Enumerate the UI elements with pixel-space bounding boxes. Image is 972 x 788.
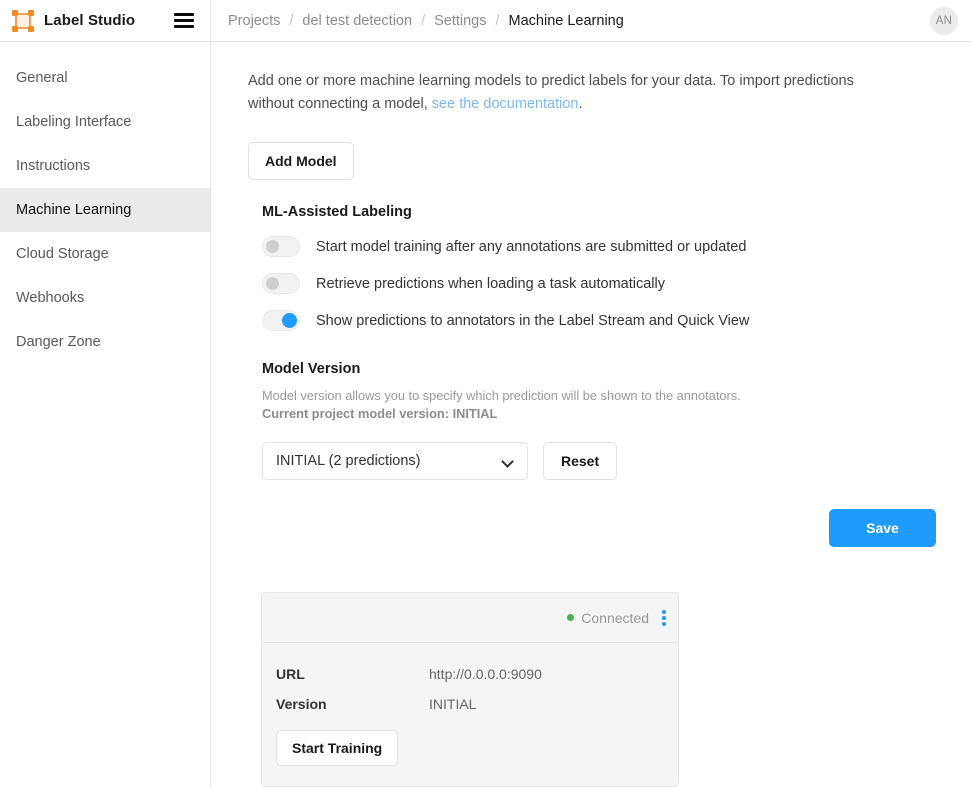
sidebar-item-danger-zone[interactable]: Danger Zone: [0, 320, 210, 364]
breadcrumb-separator: /: [496, 13, 500, 29]
breadcrumb: Projects / del test detection / Settings…: [211, 0, 972, 42]
sidebar-item-machine-learning[interactable]: Machine Learning: [0, 188, 210, 232]
brand-area[interactable]: Label Studio: [0, 0, 211, 42]
start-training-button[interactable]: Start Training: [276, 730, 398, 766]
sidebar-item-labeling-interface[interactable]: Labeling Interface: [0, 100, 210, 144]
model-version-selected-value: INITIAL (2 predictions): [276, 453, 421, 469]
reset-button[interactable]: Reset: [543, 442, 617, 480]
toggle-start-model-training[interactable]: [262, 236, 300, 257]
add-model-button[interactable]: Add Model: [248, 142, 354, 180]
model-card-header: Connected: [262, 593, 678, 643]
status-dot-icon: [567, 614, 574, 621]
model-version-title: Model Version: [262, 361, 972, 377]
sidebar-item-webhooks[interactable]: Webhooks: [0, 276, 210, 320]
breadcrumb-item-projects[interactable]: Projects: [228, 13, 280, 29]
toggle-retrieve-predictions[interactable]: [262, 273, 300, 294]
model-card-value-url: http://0.0.0.0:9090: [429, 666, 542, 682]
brand-name: Label Studio: [44, 12, 135, 29]
toggle-label-retrieve-predictions: Retrieve predictions when loading a task…: [316, 276, 665, 292]
breadcrumb-item-settings[interactable]: Settings: [434, 13, 486, 29]
kebab-menu-icon[interactable]: [662, 610, 666, 626]
model-version-select[interactable]: INITIAL (2 predictions): [262, 442, 528, 480]
breadcrumb-item-project[interactable]: del test detection: [302, 13, 412, 29]
hamburger-icon[interactable]: [174, 13, 194, 28]
main-content: Add one or more machine learning models …: [212, 42, 972, 788]
avatar[interactable]: AN: [930, 7, 958, 35]
toggle-show-predictions[interactable]: [262, 310, 300, 331]
breadcrumb-separator: /: [421, 13, 425, 29]
toggle-row-start-training: Start model training after any annotatio…: [262, 236, 972, 257]
breadcrumb-item-machine-learning: Machine Learning: [509, 13, 624, 29]
intro-text: Add one or more machine learning models …: [248, 70, 863, 116]
toggle-label-show-predictions: Show predictions to annotators in the La…: [316, 313, 749, 329]
model-card-row-version: Version INITIAL: [276, 689, 678, 719]
model-version-description: Model version allows you to specify whic…: [262, 386, 972, 405]
intro-text-part2: .: [579, 96, 583, 112]
sidebar-item-instructions[interactable]: Instructions: [0, 144, 210, 188]
status-badge: Connected: [581, 610, 649, 626]
model-card-body: URL http://0.0.0.0:9090 Version INITIAL …: [262, 643, 678, 786]
model-version-controls: INITIAL (2 predictions) Reset: [262, 442, 972, 480]
toggle-row-show-predictions: Show predictions to annotators in the La…: [262, 310, 972, 331]
sidebar-item-general[interactable]: General: [0, 56, 210, 100]
settings-sidebar: General Labeling Interface Instructions …: [0, 42, 211, 788]
ml-assisted-labeling-title: ML-Assisted Labeling: [262, 204, 972, 220]
save-button-row: Save: [248, 509, 972, 547]
chevron-down-icon: [503, 456, 514, 467]
sidebar-item-cloud-storage[interactable]: Cloud Storage: [0, 232, 210, 276]
save-button[interactable]: Save: [829, 509, 936, 547]
documentation-link[interactable]: see the documentation: [432, 96, 579, 112]
model-card-row-url: URL http://0.0.0.0:9090: [276, 659, 678, 689]
top-bar: Label Studio Projects / del test detecti…: [0, 0, 972, 42]
breadcrumb-separator: /: [289, 13, 293, 29]
current-model-version-text: Current project model version: INITIAL: [262, 406, 972, 421]
model-card-key-version: Version: [276, 696, 429, 712]
model-card-key-url: URL: [276, 666, 429, 682]
toggle-row-retrieve-predictions: Retrieve predictions when loading a task…: [262, 273, 972, 294]
model-card: Connected URL http://0.0.0.0:9090 Versio…: [261, 592, 679, 787]
label-studio-settings-page: Label Studio Projects / del test detecti…: [0, 0, 972, 788]
toggle-label-start-model-training: Start model training after any annotatio…: [316, 239, 746, 255]
model-card-value-version: INITIAL: [429, 696, 476, 712]
label-studio-frame-icon: [12, 10, 34, 32]
